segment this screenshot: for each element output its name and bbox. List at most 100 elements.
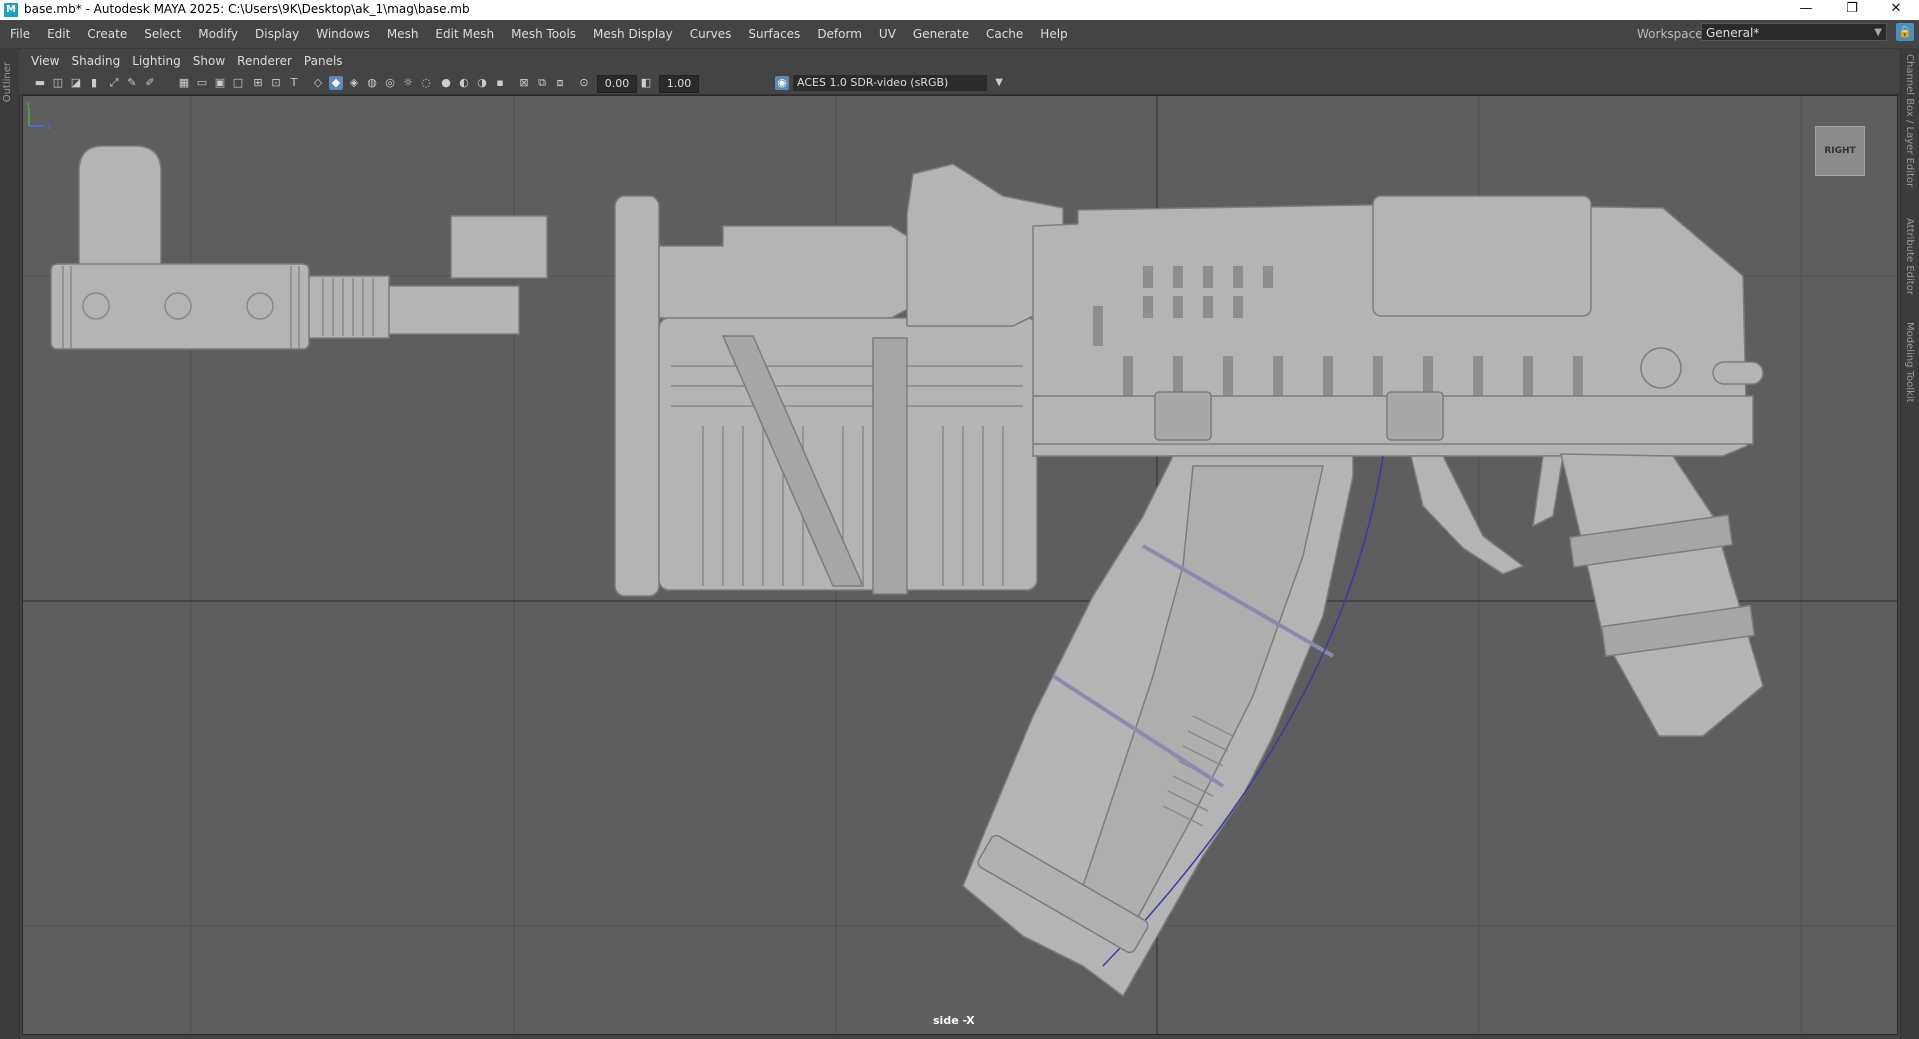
bookmarks-icon[interactable]: ◪ <box>69 76 83 90</box>
xray-icon[interactable]: ⊠ <box>517 76 531 90</box>
menu-surfaces[interactable]: Surfaces <box>748 27 800 41</box>
channel-box-tab[interactable]: Channel Box / Layer Editor <box>1904 54 1915 187</box>
title-bar: M base.mb* - Autodesk MAYA 2025: C:\User… <box>0 0 1919 20</box>
chevron-down-icon: ▼ <box>995 77 1003 88</box>
menu-edit[interactable]: Edit <box>47 27 70 41</box>
scene-canvas <box>23 96 1897 1034</box>
use-all-lights-icon[interactable]: ◎ <box>383 76 397 90</box>
gate-mask-icon[interactable]: □ <box>231 76 245 90</box>
close-button[interactable]: ✕ <box>1873 0 1919 20</box>
menu-display[interactable]: Display <box>255 27 299 41</box>
outliner-strip: Outliner <box>0 48 20 1039</box>
xray-active-icon[interactable]: ⧈ <box>553 76 567 90</box>
view-transform-value: ACES 1.0 SDR-video (sRGB) <box>797 76 949 89</box>
menu-generate[interactable]: Generate <box>913 27 969 41</box>
barrel-thread <box>308 275 390 339</box>
menu-uv[interactable]: UV <box>879 27 896 41</box>
menu-deform[interactable]: Deform <box>817 27 862 41</box>
menu-cache[interactable]: Cache <box>986 27 1023 41</box>
menu-mesh-display[interactable]: Mesh Display <box>593 27 673 41</box>
outliner-tab[interactable]: Outliner <box>2 62 13 102</box>
maya-app-icon: M <box>4 3 18 17</box>
shadows-icon[interactable]: ☼ <box>401 76 415 90</box>
motion-blur-icon[interactable]: ● <box>439 76 453 90</box>
panel-menu-view[interactable]: View <box>31 54 59 68</box>
panel-menu-renderer[interactable]: Renderer <box>237 54 292 68</box>
panel-toolbar: ▬ ◫ ◪ ▮ ⤢ ✎ ✐ ▦ ▭ ▣ □ ⊞ ⊡ T ◇ ◆ ◈ ◍ ◎ ☼ … <box>19 72 1900 95</box>
depth-of-field-icon[interactable]: ◑ <box>475 76 489 90</box>
pencil-icon[interactable]: ✐ <box>143 76 157 90</box>
attribute-editor-tab[interactable]: Attribute Editor <box>1904 218 1915 295</box>
safe-action-icon[interactable]: ⊡ <box>269 76 283 90</box>
menu-help[interactable]: Help <box>1040 27 1067 41</box>
isolate-select-icon[interactable]: ▪ <box>493 76 507 90</box>
right-dock-strip: Channel Box / Layer Editor Attribute Edi… <box>1900 48 1919 1039</box>
view-transform-dropdown[interactable]: ACES 1.0 SDR-video (sRGB) ▼ <box>793 75 1003 91</box>
grease-pencil-icon[interactable]: ✎ <box>125 76 139 90</box>
two-d-pan-zoom-icon[interactable]: ⤢ <box>107 76 121 90</box>
sling-loop <box>1154 391 1212 441</box>
charging-handle <box>1712 361 1764 385</box>
front-sight <box>78 145 162 269</box>
menu-modify[interactable]: Modify <box>198 27 238 41</box>
film-gate-icon[interactable]: ▭ <box>195 76 209 90</box>
smooth-shade-icon[interactable]: ◆ <box>329 76 343 90</box>
gamma-icon[interactable]: ◧ <box>639 76 653 90</box>
image-plane-icon[interactable]: ▮ <box>87 76 101 90</box>
workspace-dropdown[interactable]: General* ▼ <box>1701 23 1887 41</box>
handguard-band <box>872 337 908 595</box>
menu-mesh-tools[interactable]: Mesh Tools <box>511 27 576 41</box>
safe-title-icon[interactable]: T <box>287 76 301 90</box>
exposure-field[interactable]: 0.00 <box>597 75 637 93</box>
resolution-gate-icon[interactable]: ▣ <box>213 76 227 90</box>
svg-text:z: z <box>47 122 51 130</box>
gas-tube <box>658 225 924 319</box>
menu-create[interactable]: Create <box>87 27 127 41</box>
wireframe-on-shaded-icon[interactable]: ◈ <box>347 76 361 90</box>
panel-menu: View Shading Lighting Show Renderer Pane… <box>19 50 1900 72</box>
exposure-icon[interactable]: ⊙ <box>577 76 591 90</box>
workspace-value: General* <box>1706 26 1760 40</box>
muzzle-brake <box>50 263 310 350</box>
menu-curves[interactable]: Curves <box>690 27 732 41</box>
viewport-panel[interactable]: RIGHT y z side -X <box>22 95 1898 1035</box>
field-chart-icon[interactable]: ⊞ <box>251 76 265 90</box>
menu-windows[interactable]: Windows <box>316 27 370 41</box>
gas-block <box>450 215 548 279</box>
wireframe-icon[interactable]: ◇ <box>311 76 325 90</box>
panel-menu-shading[interactable]: Shading <box>71 54 120 68</box>
panel-menu-panels[interactable]: Panels <box>304 54 343 68</box>
modeling-toolkit-tab[interactable]: Modeling Toolkit <box>1904 322 1915 403</box>
textured-icon[interactable]: ◍ <box>365 76 379 90</box>
menu-list: File Edit Create Select Modify Display W… <box>10 20 1085 48</box>
menu-file[interactable]: File <box>10 27 30 41</box>
main-menubar: File Edit Create Select Modify Display W… <box>0 20 1919 49</box>
pistol-grip <box>1560 453 1764 737</box>
anti-aliasing-icon[interactable]: ◐ <box>457 76 471 90</box>
barrel <box>388 285 520 335</box>
chevron-down-icon: ▼ <box>1874 27 1882 38</box>
rear-bolt <box>1640 347 1682 389</box>
ambient-occlusion-icon[interactable]: ◌ <box>419 76 433 90</box>
camera-attributes-icon[interactable]: ◫ <box>51 76 65 90</box>
sling-loop-rear <box>1386 391 1444 441</box>
trigger-guard <box>1410 455 1525 575</box>
minimize-button[interactable]: — <box>1783 0 1829 20</box>
color-management-icon[interactable]: ◉ <box>775 76 789 90</box>
restore-button[interactable]: ❐ <box>1829 0 1875 20</box>
rifle-mesh[interactable] <box>50 145 1764 998</box>
trigger <box>1532 455 1564 528</box>
panel-menu-show[interactable]: Show <box>193 54 225 68</box>
view-cube[interactable]: RIGHT <box>1815 126 1865 176</box>
gamma-field[interactable]: 1.00 <box>659 75 699 93</box>
handguard-ring <box>614 195 660 597</box>
xray-joints-icon[interactable]: ⧉ <box>535 76 549 90</box>
menu-mesh[interactable]: Mesh <box>387 27 419 41</box>
lock-icon[interactable]: 🔒 <box>1896 23 1914 41</box>
select-camera-icon[interactable]: ▬ <box>33 76 47 90</box>
menu-edit-mesh[interactable]: Edit Mesh <box>435 27 494 41</box>
svg-text:y: y <box>26 99 31 108</box>
grid-icon[interactable]: ▦ <box>177 76 191 90</box>
panel-menu-lighting[interactable]: Lighting <box>132 54 181 68</box>
menu-select[interactable]: Select <box>144 27 181 41</box>
